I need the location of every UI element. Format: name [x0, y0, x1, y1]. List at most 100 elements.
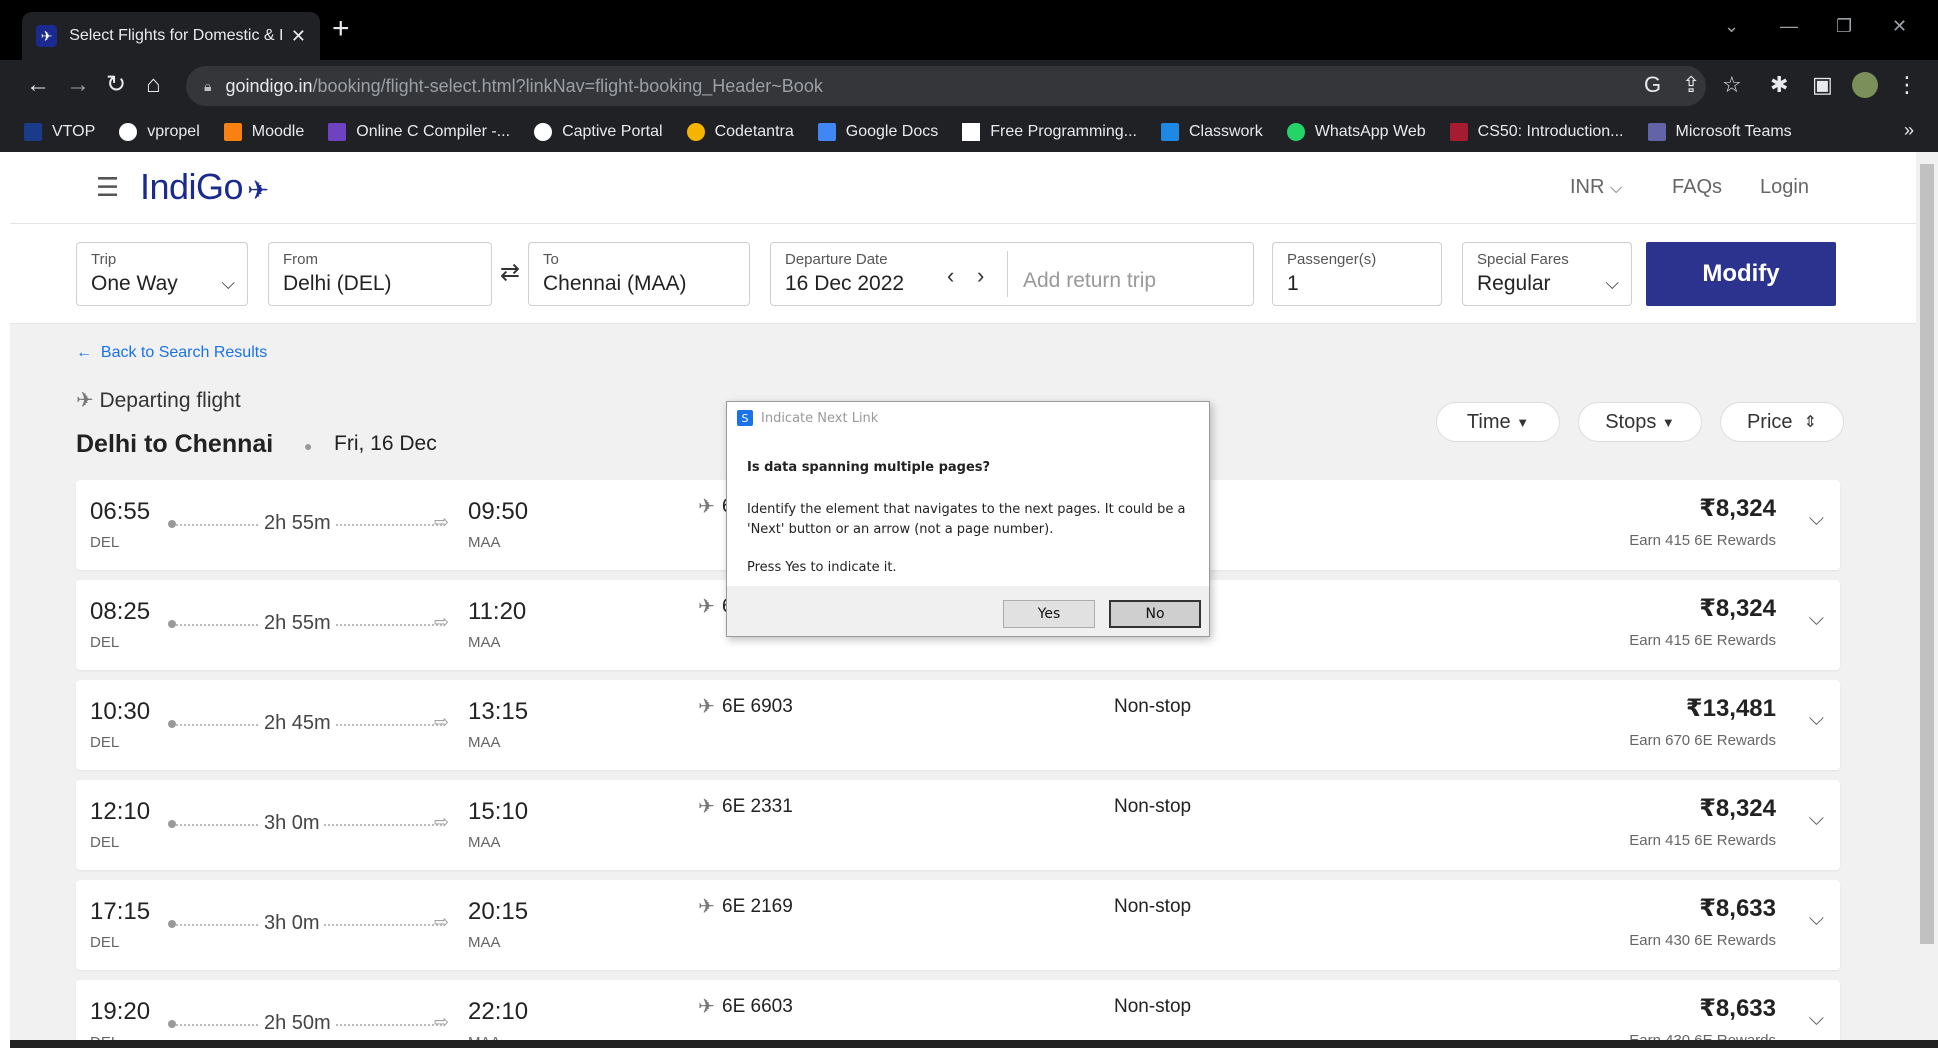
back-label: Back to Search Results — [100, 344, 268, 361]
departing-heading: ✈ Departing flight — [76, 388, 241, 413]
browser-toolbar: ← → ↻ ⌂ 🔒︎ goindigo.in/booking/flight-se… — [0, 60, 1938, 112]
bookmark-label: Captive Portal — [562, 123, 663, 140]
bookmark-cs50[interactable]: CS50: Introduction... — [1449, 123, 1624, 141]
back-arrow-icon[interactable]: ← — [26, 70, 50, 100]
bookmark-vpropel[interactable]: vpropel — [119, 123, 200, 141]
bookmark-captive-portal[interactable]: Captive Portal — [534, 123, 663, 141]
destination-plane-icon: ⇨ — [434, 712, 450, 732]
tab-close-icon[interactable]: ✕ — [291, 26, 306, 47]
caret-down-icon: ▼ — [1661, 414, 1675, 430]
arrival-time: 11:20 — [468, 598, 527, 625]
new-tab-icon[interactable]: + — [332, 14, 350, 44]
from-value: Delhi (DEL) — [283, 272, 392, 295]
bookmark-free-programming[interactable]: Free Programming... — [962, 123, 1137, 141]
chevron-down-icon[interactable]: ⌵ — [1809, 908, 1824, 931]
bookmark-star-icon[interactable]: ☆ — [1722, 72, 1742, 98]
swap-icon[interactable]: ⇄ — [500, 258, 520, 287]
bookmark-vtop[interactable]: VTOP — [24, 123, 95, 141]
bookmark-label: Google Docs — [845, 123, 939, 140]
caret-down-icon: ▼ — [1516, 414, 1530, 430]
extensions-icon[interactable]: ✱ — [1770, 72, 1788, 98]
departure-code: DEL — [90, 534, 120, 551]
origin-dot — [168, 920, 176, 928]
departure-code: DEL — [90, 934, 120, 951]
dialog-prompt: Press Yes to indicate it. — [747, 560, 897, 575]
plane-logo-icon: ✈ — [247, 175, 269, 205]
next-date-icon[interactable]: › — [977, 263, 984, 289]
bookmark-moodle[interactable]: Moodle — [223, 123, 304, 141]
flight-row[interactable]: 12:10 DEL 3h 0m ⇨ 15:10 MAA ✈ 6E 2331 No… — [76, 780, 1840, 870]
yes-button[interactable]: Yes — [1003, 600, 1095, 628]
more-bookmarks-icon[interactable]: » — [1904, 120, 1914, 141]
back-to-search-link[interactable]: ← Back to Search Results — [76, 344, 267, 362]
currency-selector[interactable]: INR ⌵ — [1570, 176, 1622, 199]
plane-icon: ✈ — [698, 896, 715, 918]
chevron-down-icon[interactable]: ⌵ — [1809, 708, 1824, 731]
bookmark-classwork[interactable]: Classwork — [1160, 123, 1263, 141]
departure-code: DEL — [90, 834, 120, 851]
route-title: Delhi to Chennai — [76, 430, 274, 458]
chrome-menu-icon[interactable]: ⋮ — [1896, 72, 1918, 98]
tab-search-chevron-icon[interactable]: ⌄ — [1724, 16, 1739, 37]
special-fares-select[interactable]: Special Fares Regular ⌵ — [1462, 242, 1632, 306]
restore-icon[interactable]: ❐ — [1836, 16, 1852, 37]
minimize-icon[interactable]: — — [1780, 16, 1798, 37]
departure-time: 19:20 — [90, 998, 151, 1025]
address-bar[interactable]: 🔒︎ goindigo.in/booking/flight-select.htm… — [186, 66, 1706, 106]
return-trip-placeholder[interactable]: Add return trip — [1023, 269, 1156, 293]
chevron-down-icon[interactable]: ⌵ — [1809, 1008, 1824, 1031]
google-icon[interactable]: G — [1644, 72, 1661, 98]
departure-date-field[interactable]: Departure Date 16 Dec 2022 ‹ › Add retur… — [770, 242, 1254, 306]
fare-price: ₹8,324 — [1699, 795, 1776, 822]
window-close-icon[interactable]: ✕ — [1892, 16, 1907, 37]
active-tab[interactable]: ✈ Select Flights for Domestic & Internat… — [22, 12, 320, 60]
origin-dot — [168, 1020, 176, 1028]
trip-type-select[interactable]: Trip One Way ⌵ — [76, 242, 248, 306]
departure-time: 17:15 — [90, 898, 151, 925]
share-icon[interactable]: ⇪ — [1682, 72, 1700, 98]
chevron-down-icon[interactable]: ⌵ — [1809, 608, 1824, 631]
currency-label: INR — [1570, 176, 1605, 198]
teams-icon — [1647, 123, 1666, 141]
home-icon[interactable]: ⌂ — [146, 70, 161, 100]
bookmark-whatsapp-web[interactable]: WhatsApp Web — [1286, 123, 1426, 141]
plane-icon: ✈ — [698, 796, 715, 818]
search-modify-bar: Trip One Way ⌵ From Delhi (DEL) ⇄ To Che… — [10, 224, 1916, 324]
faqs-link[interactable]: FAQs — [1672, 176, 1722, 199]
passengers-field[interactable]: Passenger(s) 1 — [1272, 242, 1442, 306]
profile-avatar[interactable] — [1852, 72, 1878, 98]
from-field[interactable]: From Delhi (DEL) — [268, 242, 492, 306]
duration: 2h 45m — [260, 712, 335, 735]
page-scrollbar[interactable] — [1916, 152, 1938, 1048]
sort-stops-label: Stops — [1605, 410, 1657, 433]
indigo-logo[interactable]: IndiGo ✈ — [140, 166, 269, 208]
sort-price-button[interactable]: Price ⇕ — [1720, 402, 1844, 442]
scrollbar-thumb[interactable] — [1920, 164, 1934, 944]
destination-plane-icon: ⇨ — [434, 912, 450, 932]
flight-row[interactable]: 17:15 DEL 3h 0m ⇨ 20:15 MAA ✈ 6E 2169 No… — [76, 880, 1840, 970]
sort-stops-button[interactable]: Stops ▼ — [1578, 402, 1702, 442]
tab-title: Select Flights for Domestic & Internatio… — [69, 27, 283, 44]
sort-time-button[interactable]: Time ▼ — [1436, 402, 1560, 442]
bookmark-microsoft-teams[interactable]: Microsoft Teams — [1647, 123, 1792, 141]
forward-arrow-icon[interactable]: → — [66, 70, 90, 100]
flight-number: 6E 6603 — [722, 996, 793, 1017]
duration: 3h 0m — [260, 912, 324, 935]
chevron-down-icon[interactable]: ⌵ — [1809, 508, 1824, 531]
date-label: Departure Date — [785, 251, 888, 268]
bookmark-google-docs[interactable]: Google Docs — [817, 123, 939, 141]
flight-row[interactable]: 19:20 DEL 2h 50m ⇨ 22:10 MAA ✈ 6E 6603 N… — [76, 980, 1840, 1048]
modify-button[interactable]: Modify — [1646, 242, 1836, 306]
chevron-down-icon[interactable]: ⌵ — [1809, 808, 1824, 831]
side-panel-icon[interactable]: ▣ — [1812, 72, 1833, 98]
flight-row[interactable]: 10:30 DEL 2h 45m ⇨ 13:15 MAA ✈ 6E 6903 N… — [76, 680, 1840, 770]
reload-icon[interactable]: ↻ — [106, 70, 126, 100]
bookmark-label: CS50: Introduction... — [1477, 123, 1624, 140]
to-field[interactable]: To Chennai (MAA) — [528, 242, 750, 306]
prev-date-icon[interactable]: ‹ — [947, 263, 954, 289]
no-button[interactable]: No — [1109, 600, 1201, 628]
login-link[interactable]: Login — [1760, 176, 1809, 199]
bookmark-codetantra[interactable]: Codetantra — [686, 123, 794, 141]
bookmark-online-c-compiler[interactable]: Online C Compiler -... — [328, 123, 510, 141]
hamburger-menu-icon[interactable]: ☰ — [96, 172, 119, 203]
